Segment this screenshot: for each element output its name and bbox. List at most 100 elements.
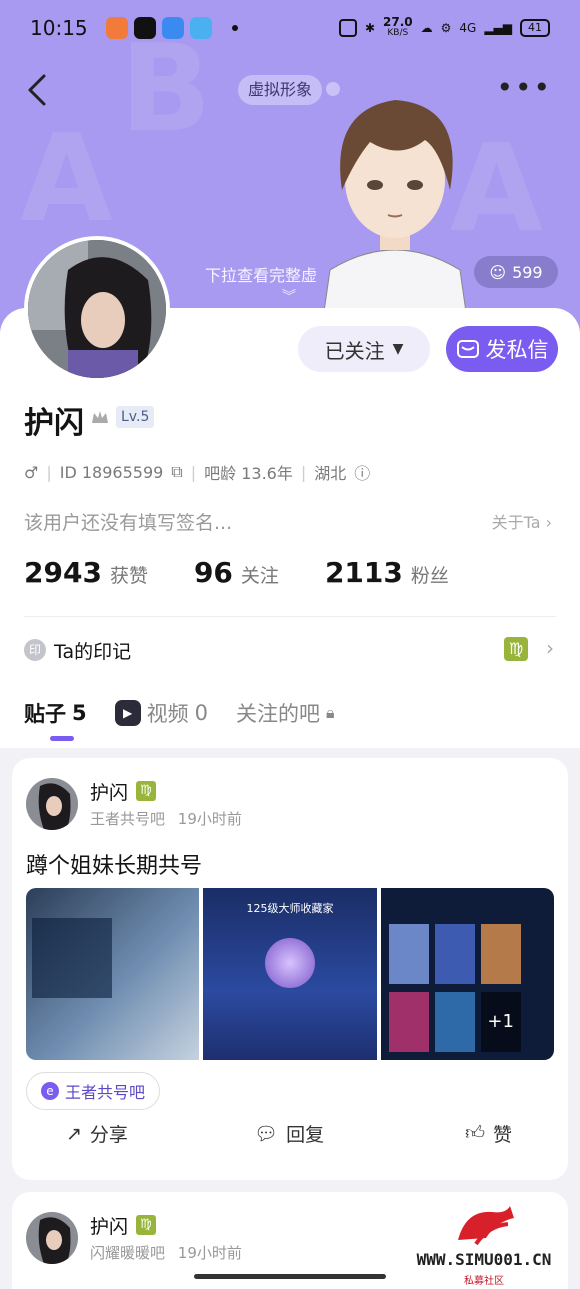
post-card[interactable]: 护闪 ♍ 王者共号吧 19小时前 蹲个姐妹长期共号 125级大师收藏家 +1 e… xyxy=(12,758,568,1180)
banner-pattern: A xyxy=(20,110,113,249)
help-icon[interactable]: ⓘ xyxy=(354,460,370,484)
battery-icon: 41 xyxy=(520,19,550,37)
likes-label: 获赞 xyxy=(109,565,148,587)
post-author-avatar[interactable] xyxy=(26,1212,78,1264)
about-link[interactable]: 关于Ta › xyxy=(492,509,552,533)
virtual-avatar-figure[interactable] xyxy=(300,80,490,340)
active-tab-indicator xyxy=(50,736,74,741)
share-label: 分享 xyxy=(89,1124,128,1146)
watermark-url: WWW.SIMU001.CN xyxy=(416,1250,552,1269)
post-title[interactable]: 蹲个姐妹长期共号 xyxy=(26,848,202,880)
tab-posts-count: 5 xyxy=(72,701,87,725)
zodiac-virgo-icon[interactable]: ♍ xyxy=(504,637,528,661)
forum-logo-icon: e xyxy=(41,1082,59,1100)
tab-videos-label: 视频 xyxy=(146,702,189,726)
tab-posts-label: 贴子 xyxy=(24,702,66,726)
net-unit: KB/S xyxy=(387,28,409,38)
divider xyxy=(24,616,556,617)
signature: 该用户还没有填写签名... xyxy=(24,512,233,534)
post-author-avatar[interactable] xyxy=(26,778,78,830)
app-notification-icon xyxy=(105,17,128,39)
tab-posts[interactable]: 贴子 5 xyxy=(24,698,87,728)
tab-followed-forums[interactable]: 关注的吧 🔒︎ xyxy=(236,698,335,728)
tab-videos[interactable]: ▶ 视频 0 xyxy=(114,698,208,728)
post-time: 19小时前 xyxy=(177,810,242,828)
mark-label[interactable]: Ta的印记 xyxy=(54,637,131,664)
post-time: 19小时前 xyxy=(177,1244,242,1262)
avatar-likes-button[interactable]: ☺ 599 xyxy=(474,256,558,288)
post-image[interactable]: 125级大师收藏家 xyxy=(203,888,377,1060)
about-label: 关于Ta xyxy=(491,513,541,532)
tab-forums-label: 关注的吧 xyxy=(236,702,320,726)
chevron-right-icon[interactable]: › xyxy=(546,636,554,660)
signal-icon: ▂▄▆ xyxy=(484,21,512,35)
app-notification-icon xyxy=(161,17,184,39)
tiktok-icon xyxy=(133,17,156,39)
stats-row: 2943 获赞 96 关注 2113 粉丝 xyxy=(24,556,495,589)
post-forum[interactable]: 王者共号吧 xyxy=(90,810,165,828)
post-meta: 王者共号吧 19小时前 xyxy=(90,808,242,829)
avatar-likes-count: 599 xyxy=(512,262,543,282)
more-notifications-icon xyxy=(231,25,238,31)
following-label: 关注 xyxy=(240,565,279,587)
post-actions: ↗ 分享 💬︎ 回复 👍︎ 赞 xyxy=(12,1120,568,1147)
message-button[interactable]: 发私信 xyxy=(446,326,558,372)
post-image[interactable]: +1 xyxy=(380,888,554,1060)
smile-icon: ☺ xyxy=(489,262,507,282)
virtual-tag-dot xyxy=(326,82,340,96)
watermark-logo xyxy=(458,1206,514,1246)
thumbs-up-icon: 👍︎ xyxy=(465,1122,485,1144)
zodiac-virgo-icon: ♍ xyxy=(136,1215,156,1235)
avatar[interactable] xyxy=(24,236,170,382)
forum-tag[interactable]: e 王者共号吧 xyxy=(26,1072,161,1110)
settings-status-icon: ⚙ xyxy=(440,21,452,35)
post-forum[interactable]: 闪耀暖暖吧 xyxy=(90,1244,165,1262)
status-time: 10:15 xyxy=(30,16,88,40)
post-author-name[interactable]: 护闪 xyxy=(90,1212,128,1239)
home-indicator[interactable] xyxy=(194,1274,386,1279)
stamp-icon: 印 xyxy=(24,639,46,661)
like-button[interactable]: 👍︎ 赞 xyxy=(363,1120,568,1147)
content-tabs: 贴子 5 ▶ 视频 0 关注的吧 🔒︎ xyxy=(24,698,363,728)
site-watermark: WWW.SIMU001.CN 私募社区 xyxy=(396,1200,572,1287)
image-caption: 125级大师收藏家 xyxy=(246,902,334,915)
share-icon: ↗ xyxy=(66,1122,82,1145)
status-bar: 10:15 ✱ 27.0 KB/S ☁ ⚙ 4G ▂▄▆ 41 xyxy=(0,0,580,56)
copy-icon[interactable]: ⧉ xyxy=(171,462,182,482)
tab-videos-count: 0 xyxy=(194,701,208,725)
video-play-icon: ▶ xyxy=(114,700,141,726)
location: 湖北 xyxy=(314,464,347,483)
fans-count[interactable]: 2113 xyxy=(325,556,403,589)
app-notification-icon xyxy=(189,17,212,39)
message-label: 发私信 xyxy=(485,338,549,362)
chevron-down-icon: ︾ xyxy=(282,289,296,305)
share-button[interactable]: ↗ 分享 xyxy=(12,1120,215,1147)
post-author-name[interactable]: 护闪 xyxy=(90,778,128,805)
more-images-count: +1 xyxy=(480,992,521,1052)
male-icon: ♂ xyxy=(24,462,39,482)
back-arrow-icon[interactable] xyxy=(22,70,58,110)
following-count[interactable]: 96 xyxy=(194,556,233,589)
reply-label: 回复 xyxy=(286,1124,325,1146)
virtual-avatar-tag[interactable]: 虚拟形象 xyxy=(238,75,323,105)
bluetooth-icon: ✱ xyxy=(364,21,375,35)
bar-age: 吧龄 13.6年 xyxy=(204,464,293,483)
zodiac-virgo-icon: ♍ xyxy=(136,781,156,801)
mail-icon xyxy=(456,340,479,358)
pull-down-hint: 下拉查看完整虚 xyxy=(205,266,318,285)
user-meta: ♂ | ID 18965599 ⧉ | 吧龄 13.6年 | 湖北 ⓘ xyxy=(24,460,371,484)
lock-icon: 🔒︎ xyxy=(326,703,335,722)
post-image[interactable] xyxy=(26,888,200,1060)
forum-tag-label: 王者共号吧 xyxy=(65,1083,146,1102)
follow-button[interactable]: 已关注 ▼ xyxy=(298,326,430,372)
caret-down-icon: ▼ xyxy=(392,341,404,357)
post-meta: 闪耀暖暖吧 19小时前 xyxy=(90,1242,242,1263)
signal-label: 4G xyxy=(459,21,477,35)
chevron-right-icon: › xyxy=(545,513,552,532)
reply-button[interactable]: 💬︎ 回复 xyxy=(215,1120,364,1147)
likes-count[interactable]: 2943 xyxy=(24,556,102,589)
follow-label: 已关注 xyxy=(324,338,385,363)
watermark-sub: 私募社区 xyxy=(464,1276,504,1287)
level-badge[interactable]: Lv.5 xyxy=(116,406,155,428)
more-options-icon[interactable]: ••• xyxy=(496,74,552,102)
